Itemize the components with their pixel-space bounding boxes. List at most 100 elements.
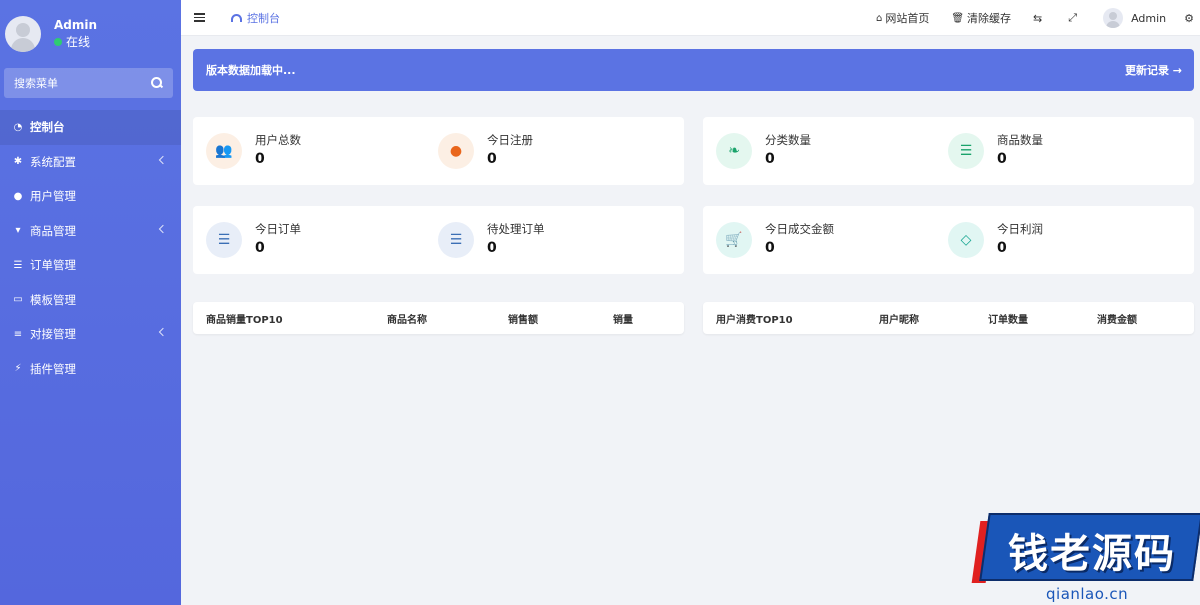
sidebar-item-goods[interactable]: ▾ 商品管理: [0, 214, 181, 249]
stat-value: 0: [997, 240, 1007, 256]
stat-label: 今日利润: [997, 222, 1043, 236]
list-icon: ☰: [948, 133, 984, 169]
gear-icon: ✱: [13, 156, 23, 168]
stat-category-count: ❧ 分类数量 0: [716, 117, 811, 185]
table-header: 用户昵称: [879, 315, 919, 326]
chevron-left-icon: [158, 224, 168, 233]
user-status-label: 在线: [66, 35, 91, 49]
stat-label: 今日注册: [487, 133, 533, 147]
watermark: 钱老源码 qianlao.cn: [971, 511, 1200, 605]
table-header: 商品销量TOP10: [206, 315, 283, 326]
stat-value: 0: [487, 240, 497, 256]
sidebar-item-users[interactable]: ● 用户管理: [0, 179, 181, 214]
stat-today-orders: ☰ 今日订单 0: [206, 206, 301, 274]
update-log-link[interactable]: 更新记录 →: [1125, 62, 1182, 78]
stats-card-revenue: 🛒 今日成交金额 0 ◇ 今日利润 0: [703, 206, 1194, 274]
sidebar-item-label: 系统配置: [30, 154, 76, 169]
avatar: [1103, 8, 1124, 28]
sidebar-item-label: 插件管理: [30, 361, 76, 376]
admin-menu[interactable]: Admin: [1103, 8, 1166, 28]
sidebar-item-integration[interactable]: ≡ 对接管理: [0, 317, 181, 352]
list-icon: ☰: [206, 222, 242, 258]
table-header: 消费金额: [1097, 315, 1137, 326]
list-icon: ☰: [13, 259, 23, 271]
stat-label: 今日订单: [255, 222, 301, 236]
home-link-label: 网站首页: [885, 12, 930, 25]
tab-dashboard[interactable]: 控制台: [231, 10, 280, 26]
sidebar-item-label: 订单管理: [30, 258, 76, 273]
sliders-icon: ≡: [13, 328, 23, 340]
top-bar: 控制台 ⌂ 网站首页 🗑 清除缓存 ⇆ ⤢ Admin ⚙: [181, 0, 1200, 36]
goods-sales-top10-table: 商品销量TOP10 商品名称 销售额 销量: [193, 302, 684, 334]
translate-icon[interactable]: ⇆: [1033, 12, 1042, 25]
sidebar-item-dashboard[interactable]: ◔ 控制台: [0, 110, 181, 145]
diamond-icon: ◇: [948, 222, 984, 258]
stat-today-profit: ◇ 今日利润 0: [948, 206, 1043, 274]
stat-value: 0: [997, 151, 1007, 167]
sidebar: Admin 在线 ◔ 控制台 ✱ 系统配置 ● 用户管理 ▾ 商品管理: [0, 0, 181, 605]
stats-card-orders: ☰ 今日订单 0 ☰ 待处理订单 0: [193, 206, 684, 274]
sidebar-item-templates[interactable]: ▭ 模板管理: [0, 283, 181, 318]
table-header: 用户消费TOP10: [716, 315, 793, 326]
gauge-icon: ◔: [13, 121, 23, 133]
cart-icon: 🛒: [716, 222, 752, 258]
sidebar-item-plugins[interactable]: ⚡ 插件管理: [0, 352, 181, 387]
user-icon: ●: [438, 133, 474, 169]
stat-goods-count: ☰ 商品数量 0: [948, 117, 1043, 185]
stat-value: 0: [255, 151, 265, 167]
stat-label: 用户总数: [255, 133, 301, 147]
chevron-left-icon: [158, 327, 168, 337]
user-name: Admin: [54, 18, 98, 32]
tab-label: 控制台: [247, 11, 280, 25]
menu-search-input[interactable]: [14, 76, 134, 90]
online-dot-icon: [54, 38, 62, 46]
stat-value: 0: [487, 151, 497, 167]
stat-today-turnover: 🛒 今日成交金额 0: [716, 206, 834, 274]
stat-user-total: 👥 用户总数 0: [206, 117, 301, 185]
watermark-brand: 钱老源码: [1008, 531, 1176, 577]
stat-pending-orders: ☰ 待处理订单 0: [438, 206, 545, 274]
banner-message: 版本数据加载中...: [206, 64, 296, 77]
sidebar-item-system-config[interactable]: ✱ 系统配置: [0, 145, 181, 180]
sidebar-item-label: 对接管理: [30, 327, 76, 342]
stat-value: 0: [255, 240, 265, 256]
search-icon[interactable]: [151, 77, 163, 89]
users-icon: 👥: [206, 133, 242, 169]
stats-card-users: 👥 用户总数 0 ● 今日注册 0: [193, 117, 684, 185]
home-link[interactable]: ⌂ 网站首页: [876, 10, 929, 26]
table-header: 订单数量: [988, 315, 1028, 326]
user-icon: ●: [13, 190, 23, 202]
clear-cache-label: 清除缓存: [967, 12, 1012, 25]
admin-name: Admin: [1131, 11, 1167, 25]
stat-today-register: ● 今日注册 0: [438, 117, 533, 185]
avatar[interactable]: [5, 16, 41, 52]
leaf-icon: ❧: [716, 133, 752, 169]
gauge-icon: [231, 13, 242, 22]
plug-icon: ⚡: [14, 363, 22, 375]
menu-toggle-icon[interactable]: [194, 13, 205, 22]
stat-label: 今日成交金额: [765, 222, 834, 236]
stat-value: 0: [765, 151, 775, 167]
sidebar-item-orders[interactable]: ☰ 订单管理: [0, 248, 181, 283]
top-right-actions: ⌂ 网站首页 🗑 清除缓存 ⇆ ⤢ Admin ⚙: [876, 0, 1200, 36]
fullscreen-icon[interactable]: ⤢: [1068, 11, 1077, 25]
table-header: 销售额: [508, 315, 538, 326]
user-panel: Admin 在线: [0, 0, 181, 68]
user-spend-top10-table: 用户消费TOP10 用户昵称 订单数量 消费金额: [703, 302, 1194, 334]
sidebar-menu: ◔ 控制台 ✱ 系统配置 ● 用户管理 ▾ 商品管理 ☰ 订单管理 ▭ 模板管理…: [0, 110, 181, 386]
trash-icon: 🗑: [951, 12, 965, 24]
sidebar-item-label: 用户管理: [30, 189, 76, 204]
sidebar-item-label: 控制台: [30, 120, 65, 135]
clear-cache-button[interactable]: 🗑 清除缓存: [951, 10, 1011, 26]
settings-icon[interactable]: ⚙: [1184, 12, 1194, 25]
sidebar-item-label: 模板管理: [30, 292, 76, 307]
template-icon: ▭: [13, 294, 23, 306]
home-icon: ⌂: [875, 12, 883, 24]
stat-label: 分类数量: [765, 133, 811, 147]
stat-label: 商品数量: [997, 133, 1043, 147]
stat-label: 待处理订单: [487, 222, 545, 236]
watermark-url: qianlao.cn: [1046, 585, 1129, 603]
stats-card-goods: ❧ 分类数量 0 ☰ 商品数量 0: [703, 117, 1194, 185]
menu-search: [4, 68, 173, 98]
cart-icon: ▾: [15, 225, 21, 237]
